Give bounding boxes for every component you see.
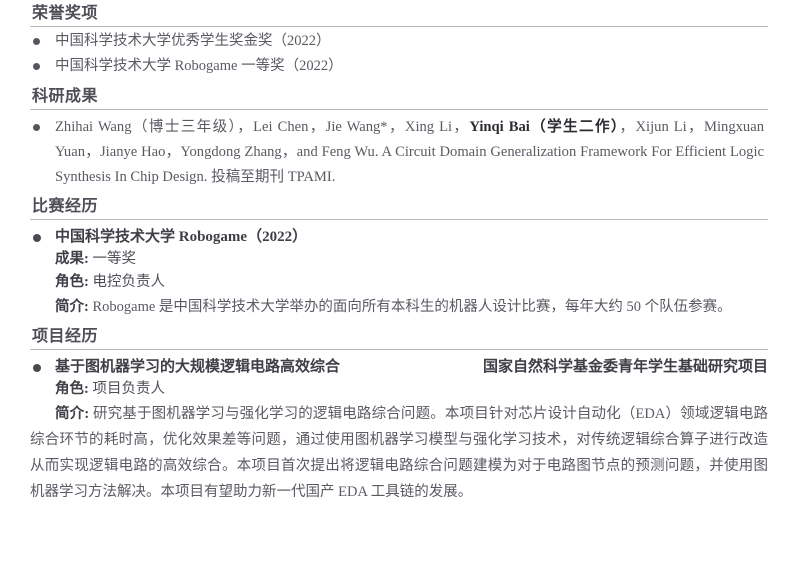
bullet-dot-icon	[33, 38, 40, 45]
desc-label: 简介:	[55, 406, 90, 422]
honor-item-text: 中国科学技术大学 Robogame 一等奖（2022）	[55, 58, 343, 74]
project-funding-label: 国家自然科学基金委青年学生基础研究项目	[482, 359, 768, 375]
bullet-dot-icon	[33, 63, 40, 70]
desc-label: 简介:	[55, 299, 89, 315]
result-label: 成果:	[55, 251, 89, 267]
role-label: 角色:	[55, 381, 89, 397]
section-title-text: 荣誉奖项	[32, 5, 99, 22]
competition-description: 简介: Robogame 是中国科学技术大学举办的面向所有本科生的机器人设计比赛…	[0, 294, 804, 320]
list-item: 中国科学技术大学 Robogame 一等奖（2022）	[0, 56, 804, 77]
publication-highlighted-author: Yinqi Bai（学生二作）	[469, 119, 620, 135]
section-heading-honors: 荣誉奖项	[30, 4, 768, 27]
list-item: 中国科学技术大学优秀学生奖金奖（2022）	[0, 31, 804, 52]
competition-entry: 中国科学技术大学 Robogame（2022） 成果: 一等奖 角色: 电控负责…	[0, 226, 804, 320]
competition-role-field: 角色: 电控负责人	[0, 271, 804, 294]
section-projects: 项目经历 基于图机器学习的大规模逻辑电路高效综合 国家自然科学基金委青年学生基础…	[0, 320, 804, 505]
desc-text: Robogame 是中国科学技术大学举办的面向所有本科生的机器人设计比赛，每年大…	[92, 299, 732, 315]
section-title-text: 比赛经历	[32, 198, 99, 215]
section-title-text: 科研成果	[32, 88, 99, 105]
section-heading-competition: 比赛经历	[30, 197, 768, 220]
project-entry: 基于图机器学习的大规模逻辑电路高效综合 国家自然科学基金委青年学生基础研究项目 …	[0, 356, 804, 505]
competition-title-row: 中国科学技术大学 Robogame（2022）	[0, 226, 804, 248]
role-value: 项目负责人	[92, 381, 165, 397]
publication-authors-part1: Zhihai Wang（博士三年级），Lei Chen，Jie Wang*，Xi…	[55, 119, 470, 135]
competition-title: 中国科学技术大学 Robogame（2022）	[55, 229, 308, 245]
result-value: 一等奖	[92, 251, 136, 267]
section-competition: 比赛经历 中国科学技术大学 Robogame（2022） 成果: 一等奖 角色:…	[0, 190, 804, 320]
role-label: 角色:	[55, 274, 89, 290]
section-title-text: 项目经历	[32, 328, 99, 345]
project-title-row: 基于图机器学习的大规模逻辑电路高效综合 国家自然科学基金委青年学生基础研究项目	[0, 356, 804, 378]
honors-list: 中国科学技术大学优秀学生奖金奖（2022） 中国科学技术大学 Robogame …	[0, 31, 804, 77]
section-heading-projects: 项目经历	[30, 327, 768, 350]
project-description: 简介: 研究基于图机器学习与强化学习的逻辑电路综合问题。本项目针对芯片设计自动化…	[0, 401, 804, 505]
bullet-dot-icon	[33, 124, 40, 131]
cv-page: 荣誉奖项 中国科学技术大学优秀学生奖金奖（2022） 中国科学技术大学 Robo…	[0, 0, 804, 583]
section-research: 科研成果 Zhihai Wang（博士三年级），Lei Chen，Jie Wan…	[0, 77, 804, 190]
desc-text: 研究基于图机器学习与强化学习的逻辑电路综合问题。本项目针对芯片设计自动化（EDA…	[30, 406, 769, 500]
publication-entry: Zhihai Wang（博士三年级），Lei Chen，Jie Wang*，Xi…	[0, 115, 804, 190]
competition-result-field: 成果: 一等奖	[0, 248, 804, 271]
role-value: 电控负责人	[92, 274, 165, 290]
project-title: 基于图机器学习的大规模逻辑电路高效综合	[55, 359, 341, 375]
honor-item-text: 中国科学技术大学优秀学生奖金奖（2022）	[55, 33, 331, 49]
section-heading-research: 科研成果	[30, 87, 768, 110]
section-honors: 荣誉奖项 中国科学技术大学优秀学生奖金奖（2022） 中国科学技术大学 Robo…	[0, 0, 804, 77]
project-role-field: 角色: 项目负责人	[0, 378, 804, 401]
